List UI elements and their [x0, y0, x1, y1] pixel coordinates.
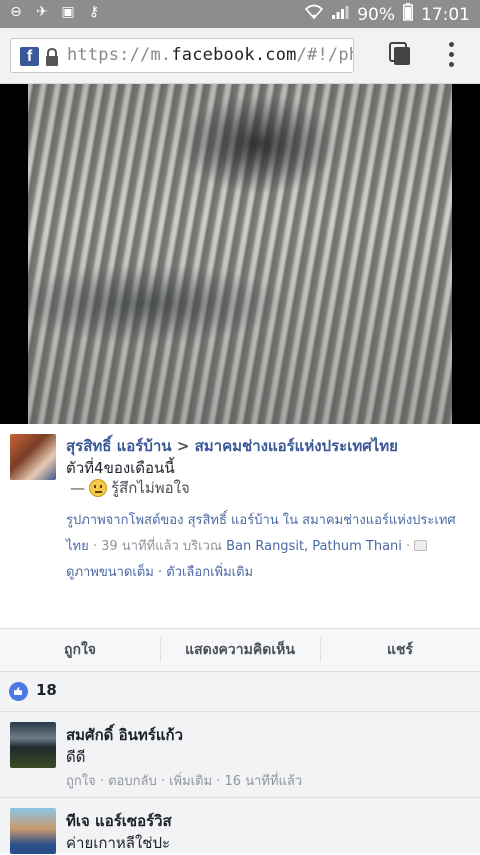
clock: 17:01 [421, 4, 470, 25]
comment-text: ค่ายเกาหลีใช่ปะ [66, 834, 171, 852]
like-button[interactable]: ถูกใจ [0, 629, 160, 671]
wifi-icon [305, 4, 324, 25]
status-icons-left: ⊖ ✈ ▣ ⚷ [8, 4, 102, 20]
status-bar: ⊖ ✈ ▣ ⚷ 90% 17:01 [0, 0, 480, 28]
url-suffix: /#!/photo.p [296, 45, 353, 65]
tabs-icon [389, 42, 410, 65]
post-info: สุรสิทธิ์ แอร์บ้าน > สมาคมช่างแอร์แห่งปร… [0, 424, 480, 628]
annoyed-face-icon [89, 479, 107, 497]
comment-actions[interactable]: ถูกใจ · ตอบกลับ · เพิ่มเติม · 16 นาทีที่… [66, 770, 302, 791]
comment-item: ทีเจ แอร์เซอร์วิส ค่ายเกาหลีใช่ปะ [0, 798, 480, 854]
feeling-line: — รู้สึกไม่พอใจ [70, 476, 190, 500]
comment-item: สมศักดิ์ อินทร์แก้ว ดีดี ถูกใจ · ตอบกลับ… [0, 712, 480, 798]
comment-button[interactable]: แสดงความคิดเห็น [160, 629, 320, 671]
author-line: สุรสิทธิ์ แอร์บ้าน > สมาคมช่างแอร์แห่งปร… [66, 434, 398, 458]
facebook-favicon-icon: f [20, 47, 39, 66]
like-count: 18 [36, 681, 57, 699]
url-text: https://m.facebook.com/#!/photo.p [67, 45, 353, 65]
menu-dot-icon [448, 42, 454, 47]
author-avatar[interactable] [10, 434, 56, 480]
signal-icon [331, 4, 349, 25]
battery-icon [403, 3, 413, 26]
battery-percent: 90% [357, 4, 395, 25]
photo-options-links[interactable]: ดูภาพขนาดเต็ม · ตัวเลือกเพิ่มเติม [66, 560, 470, 586]
browser-toolbar: f https://m.facebook.com/#!/photo.p [0, 28, 480, 84]
action-bar: ถูกใจ แสดงความคิดเห็น แชร์ [0, 628, 480, 672]
commenter-avatar[interactable] [10, 722, 56, 768]
do-not-disturb-icon: ⊖ [10, 4, 22, 20]
menu-dot-icon [448, 62, 454, 67]
group-name-continued[interactable]: ไทย [66, 539, 89, 554]
key-icon: ⚷ [88, 4, 100, 20]
author-group-separator: > [176, 437, 190, 455]
post-time: · 39 นาทีที่แล้ว บริเวณ [88, 539, 227, 554]
meta-separator: · [401, 539, 415, 554]
thumbs-up-icon [9, 682, 28, 701]
menu-dot-icon [448, 52, 454, 57]
photo-meta-line2: ไทย · 39 นาทีที่แล้ว บริเวณ Ban Rangsit,… [66, 534, 470, 560]
commenter-name[interactable]: ทีเจ แอร์เซอร์วิส [66, 809, 172, 833]
photo-source-link[interactable]: รูปภาพจากโพสต์ของ สุรสิทธิ์ แอร์บ้าน ใน … [66, 508, 470, 534]
url-prefix: https://m. [67, 45, 172, 65]
feeling-text: รู้สึกไม่พอใจ [111, 479, 190, 497]
likes-summary[interactable]: 18 [0, 672, 480, 712]
share-button[interactable]: แชร์ [320, 629, 480, 671]
commenter-name[interactable]: สมศักดิ์ อินทร์แก้ว [66, 723, 183, 747]
address-bar[interactable]: f https://m.facebook.com/#!/photo.p [10, 38, 354, 73]
comment-text: ดีดี [66, 748, 86, 766]
status-icons-right: 90% 17:01 [305, 3, 470, 26]
photo-viewer [0, 84, 480, 424]
group-name-link[interactable]: สมาคมช่างแอร์แห่งประเทศไทย [195, 437, 398, 455]
browser-menu-button[interactable] [446, 42, 456, 70]
album-icon [414, 540, 428, 551]
location-link[interactable]: Ban Rangsit, Pathum Thani [226, 539, 402, 554]
photo-meta: รูปภาพจากโพสต์ของ สุรสิทธิ์ แอร์บ้าน ใน … [66, 508, 470, 586]
lock-icon [44, 47, 60, 67]
author-name-link[interactable]: สุรสิทธิ์ แอร์บ้าน [66, 437, 172, 455]
feeling-dash: — [70, 479, 85, 497]
post-photo[interactable] [28, 84, 452, 424]
sim-icon: ▣ [61, 4, 75, 20]
airplane-icon: ✈ [36, 4, 48, 20]
tabs-button[interactable] [388, 41, 412, 67]
url-domain: facebook.com [171, 45, 297, 65]
commenter-avatar[interactable] [10, 808, 56, 854]
